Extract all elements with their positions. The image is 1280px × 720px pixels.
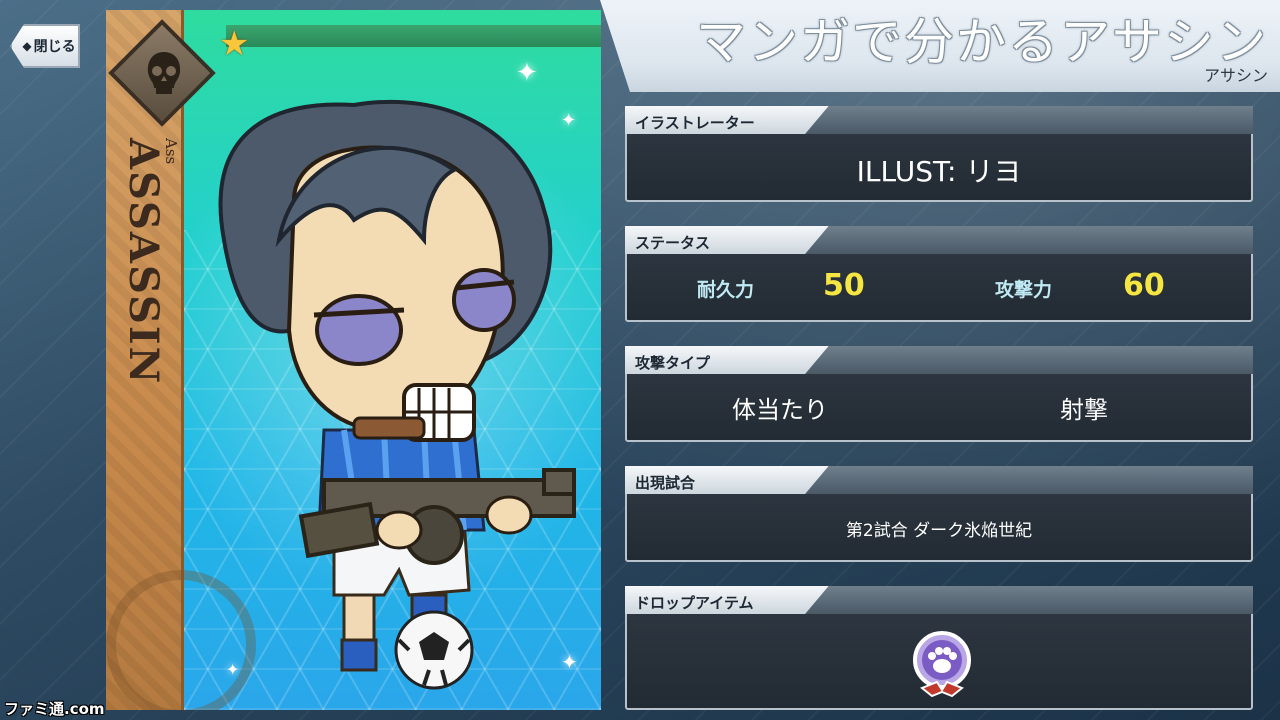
attack-type-2: 射撃	[1060, 396, 1108, 424]
appearance-panel-body: 第2試合 ダーク氷焔世紀	[625, 486, 1253, 562]
chevron-left-icon: ◆	[22, 39, 32, 53]
status-panel: 耐久力 50 攻撃力 60 ステータス	[625, 226, 1253, 322]
drop-item-panel-body	[625, 606, 1253, 710]
class-name: ASSASSIN	[120, 138, 167, 386]
close-button[interactable]: ◆ 閉じる	[10, 24, 80, 68]
illustrator-panel: ILLUST: リヨ イラストレーター	[625, 106, 1253, 202]
appearance-value: 第2試合 ダーク氷焔世紀	[845, 521, 1033, 541]
page-subtitle: アサシン	[1203, 66, 1268, 85]
attack-type-panel-body: 体当たり 射撃	[625, 366, 1253, 442]
drop-item-panel: ドロップアイテム	[625, 586, 1253, 710]
illustrator-label: イラストレーター	[635, 114, 755, 132]
attack-type-panel: 体当たり 射撃 攻撃タイプ	[625, 346, 1253, 442]
appearance-panel: 第2試合 ダーク氷焔世紀 出現試合	[625, 466, 1253, 562]
attack-type-label: 攻撃タイプ	[635, 354, 711, 372]
status-panel-body: 耐久力 50 攻撃力 60	[625, 246, 1253, 322]
illustrator-panel-body: ILLUST: リヨ	[625, 126, 1253, 202]
page-title: マンガで分かるアサシン	[696, 13, 1268, 71]
paw-emblem-icon[interactable]	[912, 630, 972, 700]
attack-value: 60	[1123, 268, 1165, 303]
close-button-label: 閉じる	[33, 39, 76, 55]
status-panel-tab	[625, 226, 1253, 254]
skull-icon	[147, 52, 181, 94]
attack-type-panel-tab	[625, 346, 1253, 374]
character-card: ★ Ass ASSASSIN ✦ ✦ ✦ ✦ ✦ ✦	[106, 10, 601, 710]
character-illustration	[218, 99, 576, 690]
watermark: ファミ通.com	[4, 700, 105, 718]
appearance-label: 出現試合	[635, 474, 696, 492]
appearance-panel-tab	[625, 466, 1253, 494]
attack-label: 攻撃力	[995, 279, 1053, 301]
drop-item-label: ドロップアイテム	[635, 594, 754, 612]
endurance-value: 50	[823, 268, 865, 303]
status-label: ステータス	[635, 234, 711, 252]
attack-type-1: 体当たり	[732, 396, 828, 424]
endurance-label: 耐久力	[697, 279, 755, 301]
illustrator-value: ILLUST: リヨ	[856, 155, 1022, 188]
